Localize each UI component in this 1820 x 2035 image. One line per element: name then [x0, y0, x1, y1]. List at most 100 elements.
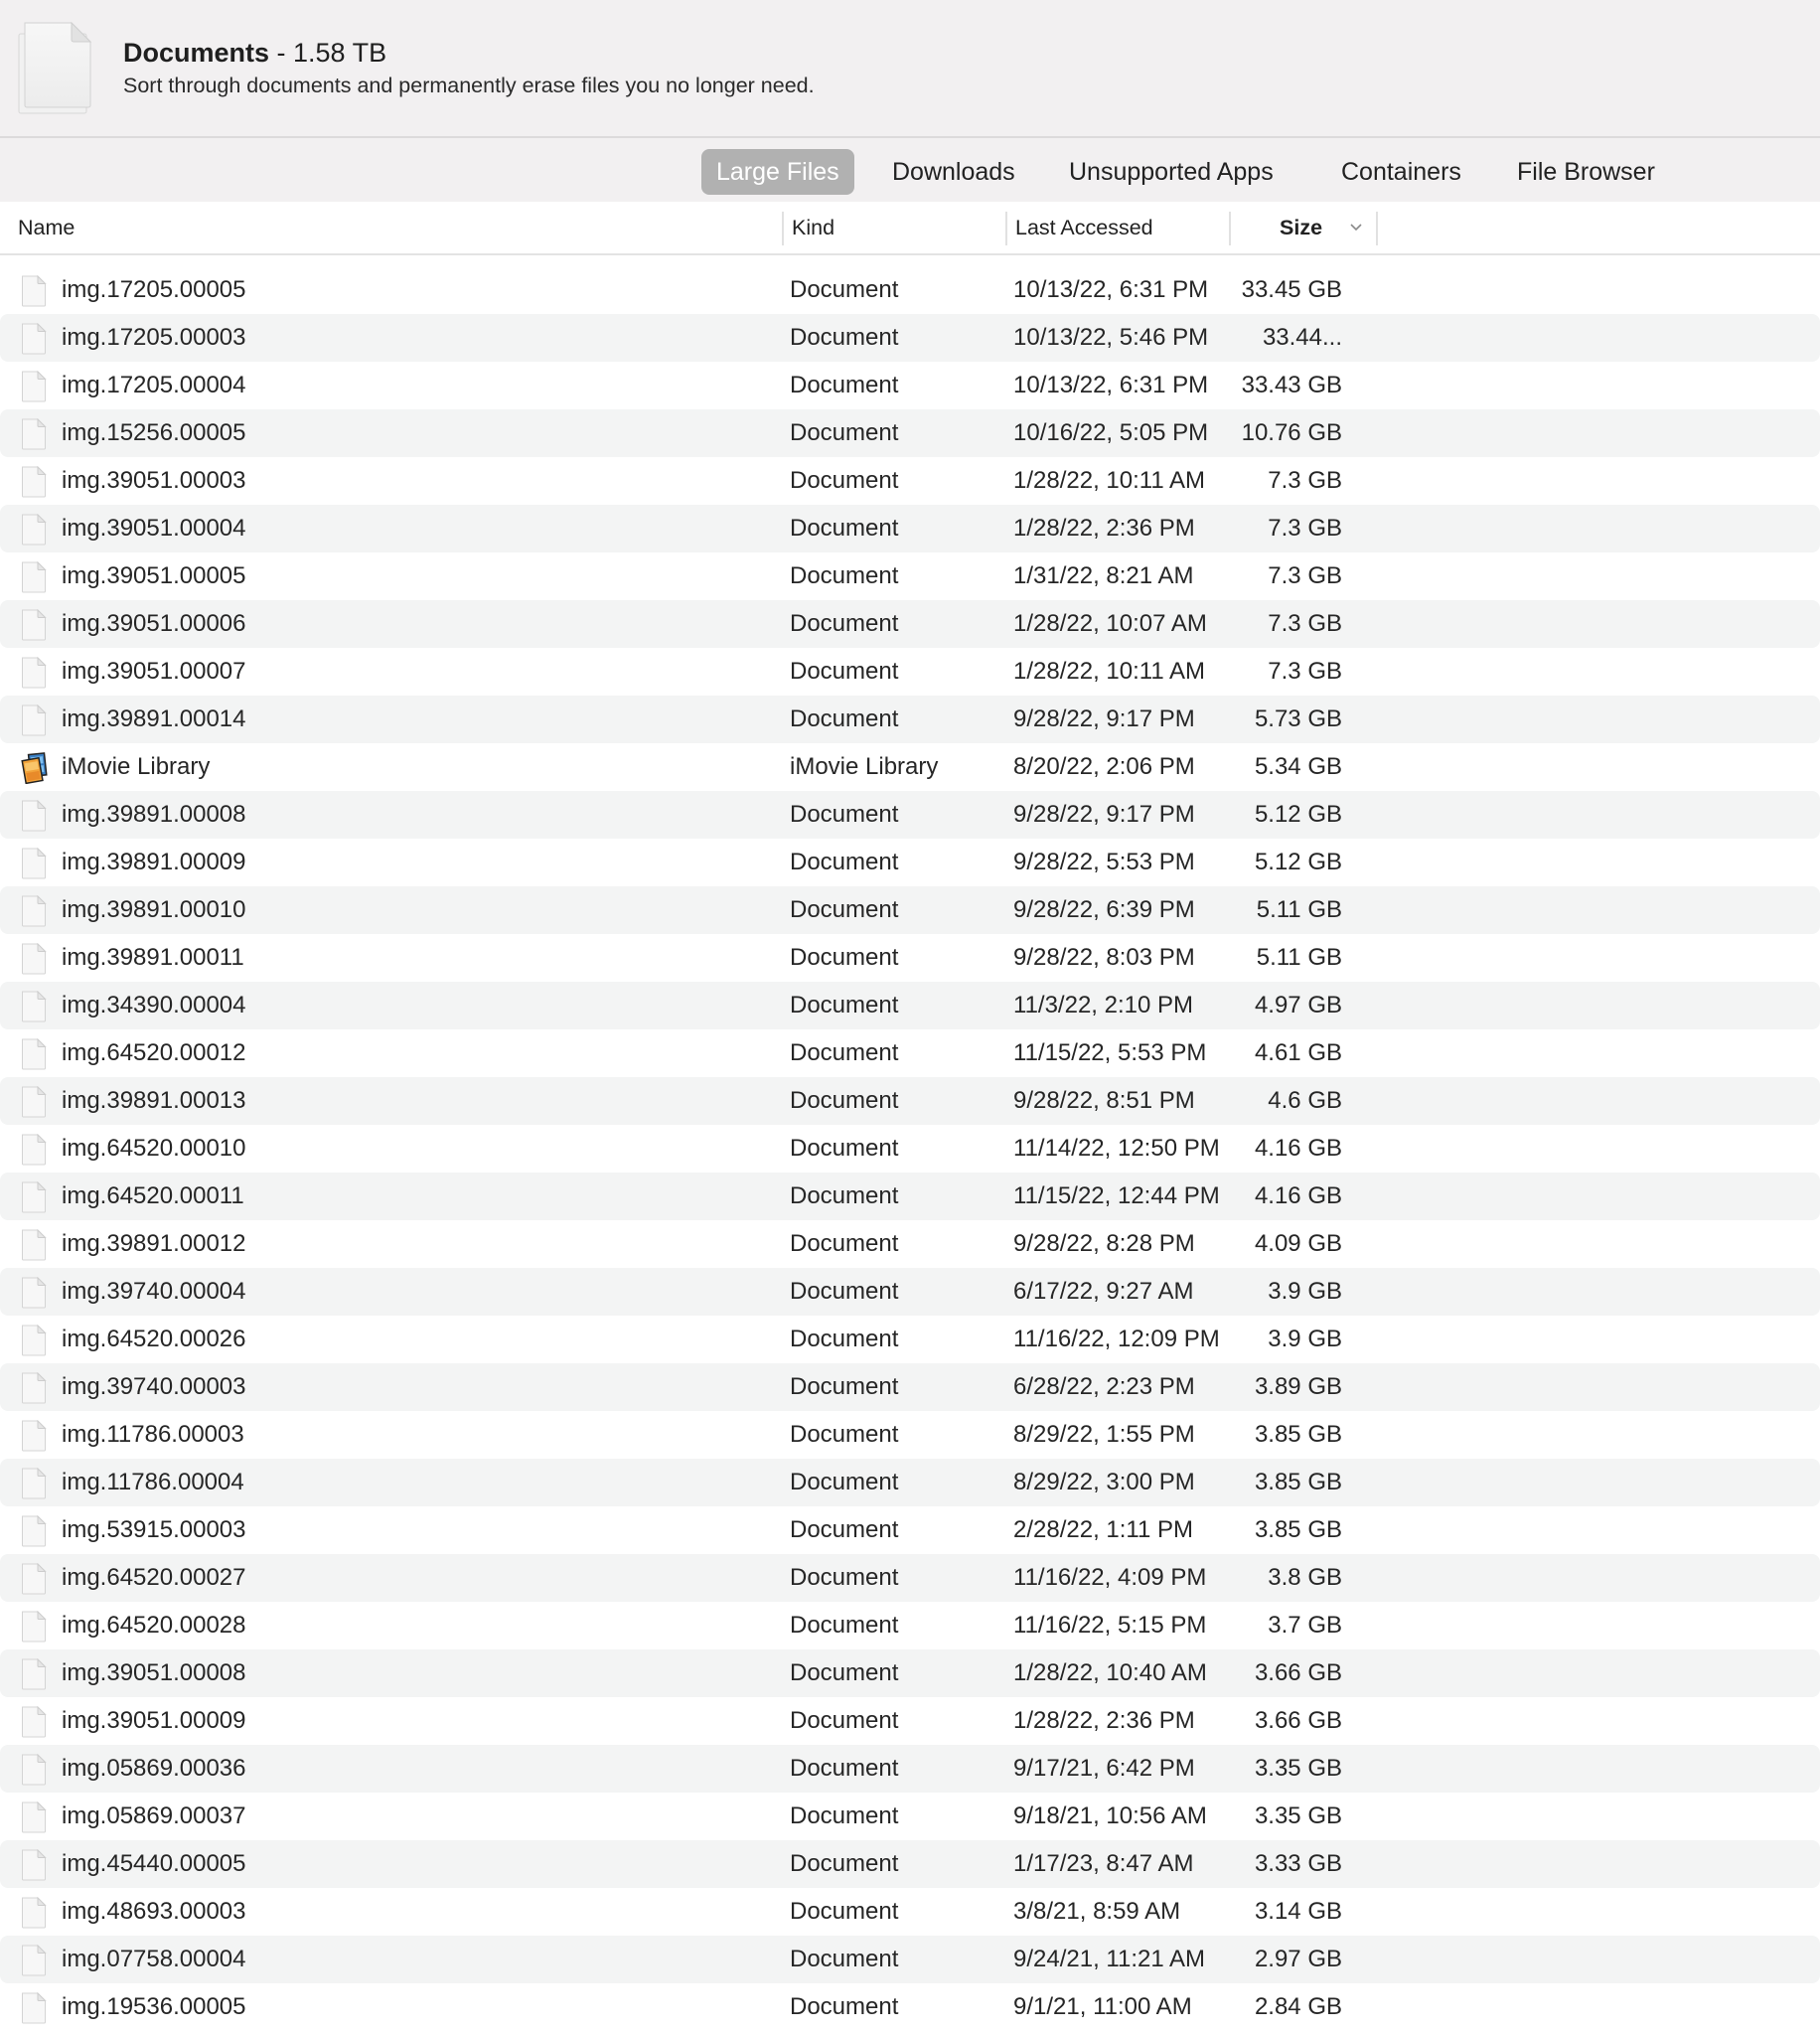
- file-last-accessed: 10/16/22, 5:05 PM: [1013, 419, 1209, 446]
- column-header-last-accessed[interactable]: Last Accessed: [1015, 202, 1153, 253]
- file-name: img.39891.00011: [62, 944, 244, 971]
- table-row[interactable]: img.15256.00005 Document 10/16/22, 5:05 …: [0, 409, 1820, 457]
- column-header-size[interactable]: Size: [1280, 202, 1322, 253]
- file-kind: Document: [790, 515, 899, 542]
- document-icon: [21, 942, 47, 975]
- file-name: img.34390.00004: [62, 992, 246, 1018]
- table-row[interactable]: img.39891.00012 Document 9/28/22, 8:28 P…: [0, 1220, 1820, 1268]
- column-divider[interactable]: [1229, 212, 1231, 245]
- table-row[interactable]: img.64520.00010 Document 11/14/22, 12:50…: [0, 1125, 1820, 1173]
- document-icon: [21, 1371, 47, 1404]
- table-row[interactable]: img.64520.00026 Document 11/16/22, 12:09…: [0, 1316, 1820, 1363]
- table-row[interactable]: img.05869.00036 Document 9/17/21, 6:42 P…: [0, 1745, 1820, 1793]
- column-header-name[interactable]: Name: [18, 202, 75, 253]
- table-row[interactable]: img.07758.00004 Document 9/24/21, 11:21 …: [0, 1936, 1820, 1983]
- file-name: img.39051.00005: [62, 562, 246, 589]
- file-name: img.64520.00026: [62, 1326, 246, 1352]
- tab-unsupported-apps[interactable]: Unsupported Apps: [1054, 149, 1289, 195]
- table-row[interactable]: img.05869.00037 Document 9/18/21, 10:56 …: [0, 1793, 1820, 1840]
- table-row[interactable]: img.39051.00003 Document 1/28/22, 10:11 …: [0, 457, 1820, 505]
- file-last-accessed: 11/14/22, 12:50 PM: [1013, 1135, 1220, 1162]
- page-header: Documents - 1.58 TB Sort through documen…: [0, 0, 1820, 138]
- file-last-accessed: 1/28/22, 10:11 AM: [1013, 467, 1206, 494]
- table-row[interactable]: img.34390.00004 Document 11/3/22, 2:10 P…: [0, 982, 1820, 1029]
- file-size: 7.3 GB: [1268, 562, 1342, 589]
- file-name: img.39891.00010: [62, 896, 246, 923]
- file-name: img.07758.00004: [62, 1946, 246, 1972]
- file-kind: Document: [790, 372, 899, 398]
- column-divider[interactable]: [782, 212, 784, 245]
- table-row[interactable]: img.17205.00003 Document 10/13/22, 5:46 …: [0, 314, 1820, 362]
- file-last-accessed: 10/13/22, 6:31 PM: [1013, 276, 1209, 303]
- column-header-row: Name Kind Last Accessed Size: [0, 202, 1820, 255]
- table-row[interactable]: img.53915.00003 Document 2/28/22, 1:11 P…: [0, 1506, 1820, 1554]
- file-kind: Document: [790, 1946, 899, 1972]
- tab-downloads[interactable]: Downloads: [877, 149, 1030, 195]
- document-icon: [21, 704, 47, 736]
- table-row[interactable]: img.39051.00006 Document 1/28/22, 10:07 …: [0, 600, 1820, 648]
- table-row[interactable]: img.45440.00005 Document 1/17/23, 8:47 A…: [0, 1840, 1820, 1888]
- table-row[interactable]: img.39051.00007 Document 1/28/22, 10:11 …: [0, 648, 1820, 696]
- tab-large-files[interactable]: Large Files: [701, 149, 854, 195]
- table-row[interactable]: img.17205.00004 Document 10/13/22, 6:31 …: [0, 362, 1820, 409]
- table-row[interactable]: img.39051.00005 Document 1/31/22, 8:21 A…: [0, 552, 1820, 600]
- table-row[interactable]: img.39891.00014 Document 9/28/22, 9:17 P…: [0, 696, 1820, 743]
- file-name: img.05869.00037: [62, 1802, 246, 1829]
- table-row[interactable]: img.17205.00005 Document 10/13/22, 6:31 …: [0, 266, 1820, 314]
- file-size: 4.6 GB: [1268, 1087, 1342, 1114]
- file-last-accessed: 6/28/22, 2:23 PM: [1013, 1373, 1195, 1400]
- table-row[interactable]: img.39051.00008 Document 1/28/22, 10:40 …: [0, 1649, 1820, 1697]
- table-row[interactable]: img.39891.00010 Document 9/28/22, 6:39 P…: [0, 886, 1820, 934]
- column-divider[interactable]: [1376, 212, 1378, 245]
- tab-file-browser[interactable]: File Browser: [1502, 149, 1670, 195]
- file-kind: Document: [790, 467, 899, 494]
- file-last-accessed: 10/13/22, 5:46 PM: [1013, 324, 1209, 351]
- file-kind: Document: [790, 1373, 899, 1400]
- table-row[interactable]: img.39740.00003 Document 6/28/22, 2:23 P…: [0, 1363, 1820, 1411]
- file-last-accessed: 10/13/22, 6:31 PM: [1013, 372, 1209, 398]
- table-row[interactable]: img.48693.00003 Document 3/8/21, 8:59 AM…: [0, 1888, 1820, 1936]
- file-name: img.39891.00012: [62, 1230, 246, 1257]
- file-kind: Document: [790, 1802, 899, 1829]
- table-row[interactable]: img.11786.00003 Document 8/29/22, 1:55 P…: [0, 1411, 1820, 1459]
- table-row[interactable]: img.39051.00004 Document 1/28/22, 2:36 P…: [0, 505, 1820, 552]
- table-row[interactable]: img.11786.00004 Document 8/29/22, 3:00 P…: [0, 1459, 1820, 1506]
- table-row[interactable]: img.64520.00027 Document 11/16/22, 4:09 …: [0, 1554, 1820, 1602]
- file-size: 3.8 GB: [1268, 1564, 1342, 1591]
- document-icon: [21, 1514, 47, 1547]
- table-row[interactable]: img.39891.00009 Document 9/28/22, 5:53 P…: [0, 839, 1820, 886]
- table-row[interactable]: img.39891.00011 Document 9/28/22, 8:03 P…: [0, 934, 1820, 982]
- file-name: img.39051.00004: [62, 515, 246, 542]
- file-name: img.45440.00005: [62, 1850, 246, 1877]
- file-size: 33.44...: [1262, 324, 1342, 351]
- file-name: img.11786.00003: [62, 1421, 244, 1448]
- table-row[interactable]: img.64520.00028 Document 11/16/22, 5:15 …: [0, 1602, 1820, 1649]
- file-name: img.53915.00003: [62, 1516, 246, 1543]
- file-last-accessed: 9/17/21, 6:42 PM: [1013, 1755, 1195, 1782]
- table-row[interactable]: img.39740.00004 Document 6/17/22, 9:27 A…: [0, 1268, 1820, 1316]
- file-size: 10.76 GB: [1241, 419, 1342, 446]
- column-divider[interactable]: [1005, 212, 1007, 245]
- table-row[interactable]: img.64520.00012 Document 11/15/22, 5:53 …: [0, 1029, 1820, 1077]
- column-header-kind[interactable]: Kind: [792, 202, 834, 253]
- file-kind: Document: [790, 1087, 899, 1114]
- table-row[interactable]: img.39051.00009 Document 1/28/22, 2:36 P…: [0, 1697, 1820, 1745]
- file-kind: Document: [790, 896, 899, 923]
- tab-containers[interactable]: Containers: [1326, 149, 1476, 195]
- file-size: 3.7 GB: [1268, 1612, 1342, 1639]
- table-row[interactable]: iMovie Library iMovie Library 8/20/22, 2…: [0, 743, 1820, 791]
- document-icon: [21, 274, 47, 307]
- file-kind: Document: [790, 1278, 899, 1305]
- document-icon: [21, 322, 47, 355]
- chevron-down-icon[interactable]: [1349, 202, 1363, 253]
- file-last-accessed: 11/3/22, 2:10 PM: [1013, 992, 1194, 1018]
- file-size: 7.3 GB: [1268, 515, 1342, 542]
- table-row[interactable]: img.19536.00005 Document 9/1/21, 11:00 A…: [0, 1983, 1820, 2031]
- document-icon: [21, 847, 47, 879]
- file-last-accessed: 8/29/22, 3:00 PM: [1013, 1469, 1195, 1495]
- table-row[interactable]: img.64520.00011 Document 11/15/22, 12:44…: [0, 1173, 1820, 1220]
- table-row[interactable]: img.39891.00013 Document 9/28/22, 8:51 P…: [0, 1077, 1820, 1125]
- table-row[interactable]: img.39891.00008 Document 9/28/22, 9:17 P…: [0, 791, 1820, 839]
- file-size: 5.34 GB: [1254, 753, 1342, 780]
- file-kind: Document: [790, 610, 899, 637]
